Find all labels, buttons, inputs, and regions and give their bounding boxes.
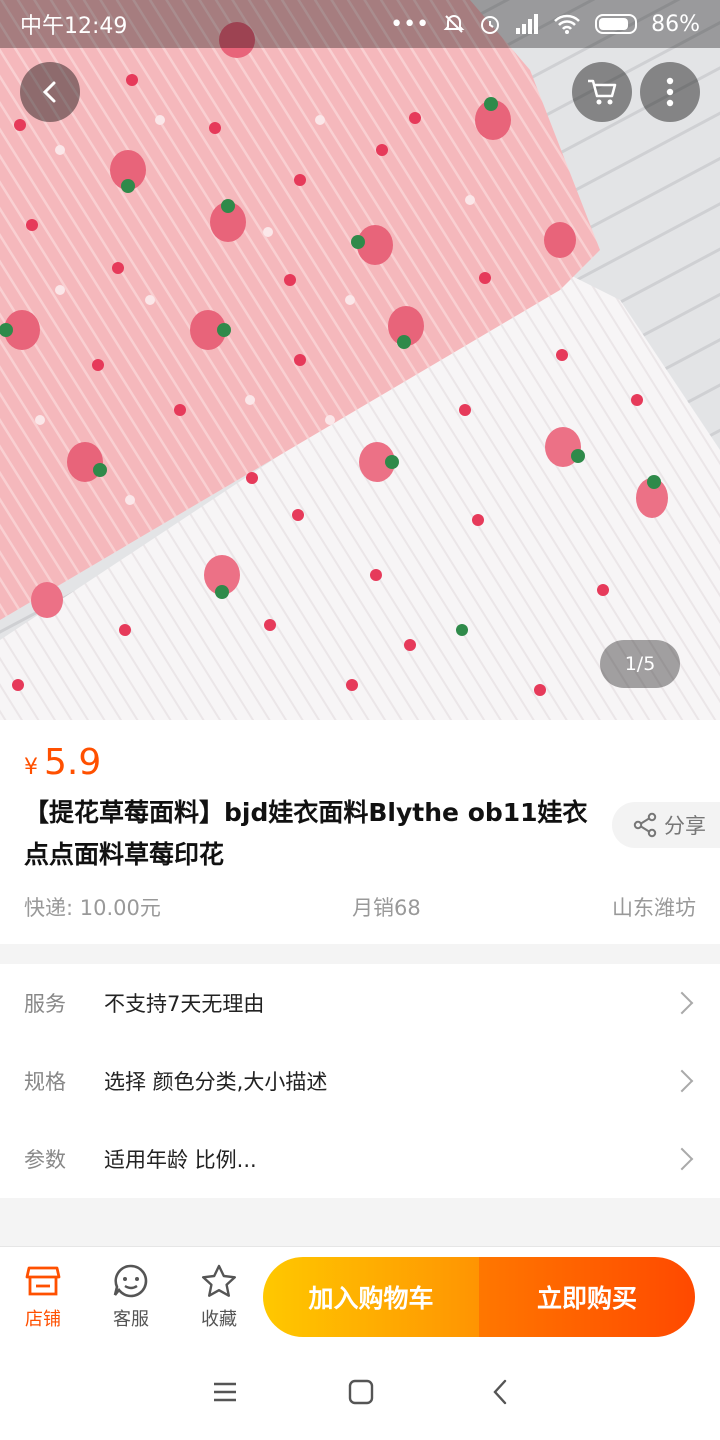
- product-title: 【提花草莓面料】bjd娃衣面料Blythe ob11娃衣点点面料草莓印花: [24, 798, 588, 869]
- price-value: 5.9: [44, 742, 102, 783]
- spec-row-params[interactable]: 参数 适用年龄 比例...: [0, 1120, 720, 1198]
- chevron-right-icon: [670, 1069, 694, 1093]
- chevron-right-icon: [670, 1147, 694, 1171]
- customer-service-icon: [113, 1264, 148, 1298]
- monthly-sales: 月销68: [352, 896, 421, 920]
- page-indicator: 1/5: [600, 640, 680, 688]
- share-icon: [633, 812, 657, 838]
- shop-label: 店铺: [25, 1309, 61, 1330]
- cart-button[interactable]: [572, 62, 632, 122]
- shop-button[interactable]: 店铺: [8, 1261, 78, 1331]
- bottom-action-bar: 店铺 客服 收藏 加入购物车 立即购买: [0, 1246, 720, 1344]
- wifi-icon: [553, 13, 581, 35]
- back-arrow-icon: [42, 81, 56, 103]
- chevron-right-icon: [670, 991, 694, 1015]
- add-to-cart-button[interactable]: 加入购物车: [263, 1257, 479, 1337]
- product-image-gallery[interactable]: 中午12:49 ••• 86% 1/5: [0, 0, 720, 720]
- status-bar: 中午12:49 ••• 86%: [0, 0, 720, 48]
- more-vertical-icon: [666, 77, 674, 107]
- battery-icon: [595, 14, 638, 34]
- currency-symbol: ¥: [24, 755, 38, 780]
- star-icon: [202, 1264, 236, 1297]
- signal-icon: [515, 14, 539, 34]
- customer-service-button[interactable]: 客服: [96, 1261, 166, 1331]
- spec-key: 服务: [24, 992, 66, 1016]
- customer-service-label: 客服: [113, 1309, 149, 1330]
- share-label: 分享: [664, 814, 706, 838]
- system-navigation-bar: [0, 1344, 720, 1440]
- buy-now-button[interactable]: 立即购买: [479, 1257, 695, 1337]
- spec-value: 适用年龄 比例...: [104, 1148, 257, 1172]
- home-icon: [348, 1379, 374, 1405]
- more-button[interactable]: [640, 62, 700, 122]
- share-button[interactable]: 分享: [612, 802, 720, 848]
- recent-apps-button[interactable]: [205, 1372, 245, 1412]
- mute-icon: [443, 13, 465, 35]
- cart-icon: [588, 79, 617, 105]
- spec-value: 不支持7天无理由: [104, 992, 265, 1016]
- back-icon: [493, 1379, 507, 1405]
- favorite-label: 收藏: [201, 1309, 237, 1330]
- spec-row-service[interactable]: 服务 不支持7天无理由: [0, 964, 720, 1042]
- status-time: 中午12:49: [20, 14, 128, 39]
- home-button[interactable]: [341, 1372, 381, 1412]
- product-info: ¥ 5.9 【提花草莓面料】bjd娃衣面料Blythe ob11娃衣点点面料草莓…: [0, 720, 720, 944]
- spec-value: 选择 颜色分类,大小描述: [104, 1070, 328, 1094]
- spec-row-sku[interactable]: 规格 选择 颜色分类,大小描述: [0, 1042, 720, 1120]
- shop-icon: [25, 1266, 61, 1296]
- favorite-button[interactable]: 收藏: [184, 1261, 254, 1331]
- product-meta: 快递: 10.00元 月销68 山东潍坊: [24, 892, 696, 922]
- shipping-fee: 快递: 10.00元: [24, 896, 161, 920]
- system-back-button[interactable]: [480, 1372, 520, 1412]
- notification-dots-icon: •••: [390, 11, 430, 37]
- spec-key: 规格: [24, 1070, 66, 1094]
- menu-icon: [214, 1382, 236, 1402]
- alarm-icon: [479, 13, 501, 35]
- location: 山东潍坊: [611, 896, 696, 920]
- back-button[interactable]: [20, 62, 80, 122]
- spec-list: 服务 不支持7天无理由 规格 选择 颜色分类,大小描述 参数 适用年龄 比例..…: [0, 964, 720, 1198]
- spec-key: 参数: [24, 1148, 66, 1172]
- battery-percent: 86%: [651, 11, 700, 37]
- price: ¥ 5.9: [24, 742, 101, 783]
